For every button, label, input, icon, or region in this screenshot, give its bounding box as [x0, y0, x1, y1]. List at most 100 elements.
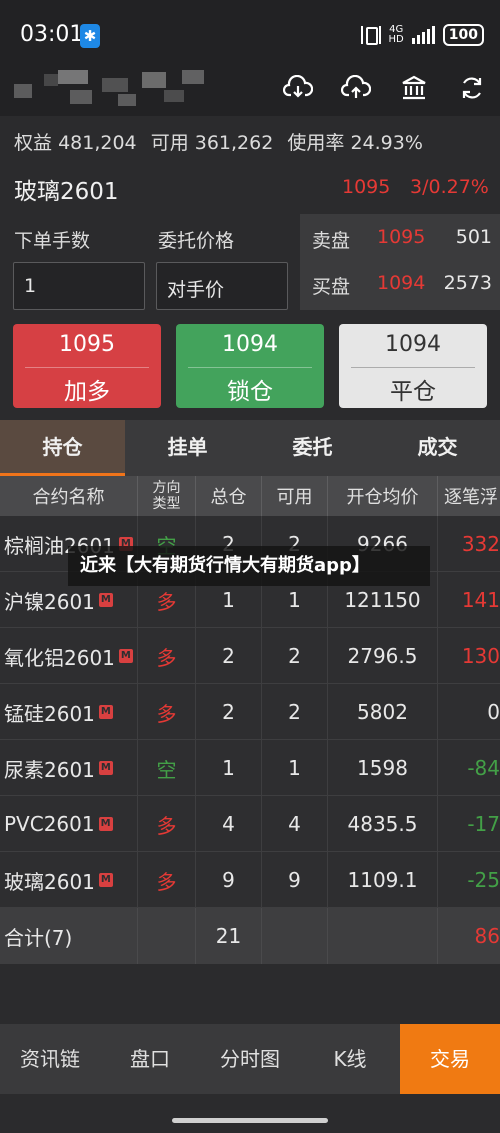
- watermark-banner: 近来【大有期货行情大有期货app】: [68, 546, 430, 586]
- nav-trade[interactable]: 交易: [400, 1024, 500, 1094]
- cloud-download-icon[interactable]: [282, 72, 314, 104]
- close-position-button[interactable]: 1094 平仓: [339, 324, 487, 408]
- network-indicator: 4G HD: [388, 24, 404, 45]
- nav-timeshare[interactable]: 分时图: [200, 1024, 300, 1094]
- main-contract-badge: M: [98, 705, 113, 719]
- close-price: 1094: [385, 332, 441, 357]
- footer-pnl: 86: [474, 924, 500, 948]
- instrument-price: 1095: [342, 176, 391, 198]
- bid-label: 买盘: [312, 276, 351, 298]
- status-bar: 03:01 ✱ 4G HD 100: [0, 0, 500, 68]
- cell-direction: 多: [138, 852, 196, 908]
- instrument-change: 3/0.27%: [410, 176, 489, 198]
- table-header: 合约名称 方向 类型 总仓 可用 开仓均价 逐笔浮: [0, 476, 500, 516]
- price-label: 委托价格: [158, 230, 235, 252]
- main-contract-badge: M: [98, 873, 113, 887]
- contract-name: 氧化铝2601: [4, 645, 115, 670]
- table-row[interactable]: 氧化铝2601 M 多 2 2 2796.5 130: [0, 628, 500, 684]
- lock-price: 1094: [222, 332, 278, 357]
- buy-price: 1095: [59, 332, 115, 357]
- divider: [351, 367, 475, 368]
- cell-direction: 多: [138, 796, 196, 852]
- cell-pnl: 0: [487, 700, 500, 724]
- account-summary: 权益 481,204 可用 361,262 使用率 24.93%: [14, 128, 423, 155]
- cell-pnl: -17: [467, 812, 500, 836]
- quantity-label: 下单手数: [14, 230, 91, 252]
- blurred-account-name: [14, 68, 204, 112]
- nav-orderbook[interactable]: 盘口: [100, 1024, 200, 1094]
- table-row[interactable]: PVC2601 M 多 4 4 4835.5 -17: [0, 796, 500, 852]
- header-total: 总仓: [196, 476, 262, 516]
- order-book: 卖盘 1095 501 买盘 1094 2573: [300, 214, 500, 310]
- cloud-upload-icon[interactable]: [340, 72, 372, 104]
- cell-pnl: -25: [467, 868, 500, 892]
- ask-price: 1095: [377, 226, 426, 248]
- lock-position-button[interactable]: 1094 锁仓: [176, 324, 324, 408]
- cell-avg-price: 1598: [328, 740, 438, 796]
- status-time: 03:01: [20, 22, 84, 47]
- buy-label: 加多: [64, 379, 110, 405]
- top-bar: [0, 68, 500, 116]
- divider: [188, 367, 312, 368]
- buy-long-button[interactable]: 1095 加多: [13, 324, 161, 408]
- table-row[interactable]: 玻璃2601 M 多 9 9 1109.1 -25: [0, 852, 500, 908]
- usage-label: 使用率: [287, 132, 345, 154]
- cell-pnl: 332: [461, 532, 500, 556]
- cell-avg-price: 5802: [328, 684, 438, 740]
- tab-orders[interactable]: 委托: [250, 420, 375, 476]
- quantity-input[interactable]: 1: [13, 262, 145, 310]
- top-toolbar: [282, 72, 488, 104]
- header-available: 可用: [262, 476, 328, 516]
- cell-total: 2: [196, 628, 262, 684]
- tab-trades[interactable]: 成交: [375, 420, 500, 476]
- nav-news[interactable]: 资讯链: [0, 1024, 100, 1094]
- tab-pending[interactable]: 挂单: [125, 420, 250, 476]
- bank-icon[interactable]: [398, 72, 430, 104]
- cell-available: 2: [262, 684, 328, 740]
- cell-pnl: -84: [467, 756, 500, 780]
- equity-label: 权益: [14, 132, 53, 154]
- nav-kline[interactable]: K线: [300, 1024, 400, 1094]
- signal-icon: [411, 26, 435, 44]
- refresh-icon[interactable]: [456, 72, 488, 104]
- cell-contract-name: 尿素2601 M: [0, 740, 138, 796]
- cell-contract-name: 氧化铝2601 M: [0, 628, 138, 684]
- bid-price: 1094: [377, 272, 426, 294]
- contract-name: 玻璃2601: [4, 869, 95, 894]
- footer-total: 21: [196, 908, 262, 964]
- cell-contract-name: PVC2601 M: [0, 796, 138, 852]
- main-contract-badge: M: [118, 649, 133, 663]
- header-pnl: 逐笔浮: [444, 487, 498, 508]
- cell-available: 1: [262, 740, 328, 796]
- contract-name: 锰硅2601: [4, 701, 95, 726]
- contract-name: 沪镍2601: [4, 589, 95, 614]
- table-row[interactable]: 尿素2601 M 空 1 1 1598 -84: [0, 740, 500, 796]
- cell-direction: 多: [138, 684, 196, 740]
- lock-label: 锁仓: [227, 379, 273, 405]
- battery-icon: 100: [442, 24, 484, 46]
- main-contract-badge: M: [98, 593, 113, 607]
- cell-pnl: 130: [461, 644, 500, 668]
- cell-avg-price: 1109.1: [328, 852, 438, 908]
- home-indicator[interactable]: [172, 1118, 328, 1123]
- tab-positions[interactable]: 持仓: [0, 420, 125, 476]
- divider: [25, 367, 149, 368]
- cell-avg-price: 4835.5: [328, 796, 438, 852]
- instrument-name[interactable]: 玻璃2601: [14, 172, 119, 206]
- available-label: 可用: [150, 132, 189, 154]
- contract-name: PVC2601: [4, 812, 95, 836]
- cell-available: 2: [262, 628, 328, 684]
- table-row[interactable]: 锰硅2601 M 多 2 2 5802 0: [0, 684, 500, 740]
- cell-available: 4: [262, 796, 328, 852]
- usage-value: 24.93%: [350, 132, 423, 154]
- cell-contract-name: 玻璃2601 M: [0, 852, 138, 908]
- price-type-input[interactable]: 对手价: [156, 262, 288, 310]
- cell-total: 1: [196, 740, 262, 796]
- vibrate-icon: [360, 26, 381, 45]
- gesture-area: [0, 1094, 500, 1133]
- position-tabs: 持仓 挂单 委托 成交: [0, 420, 500, 476]
- cell-pnl: 141: [461, 588, 500, 612]
- cell-avg-price: 2796.5: [328, 628, 438, 684]
- bluetooth-icon: ✱: [80, 24, 100, 48]
- available-value: 361,262: [194, 132, 274, 154]
